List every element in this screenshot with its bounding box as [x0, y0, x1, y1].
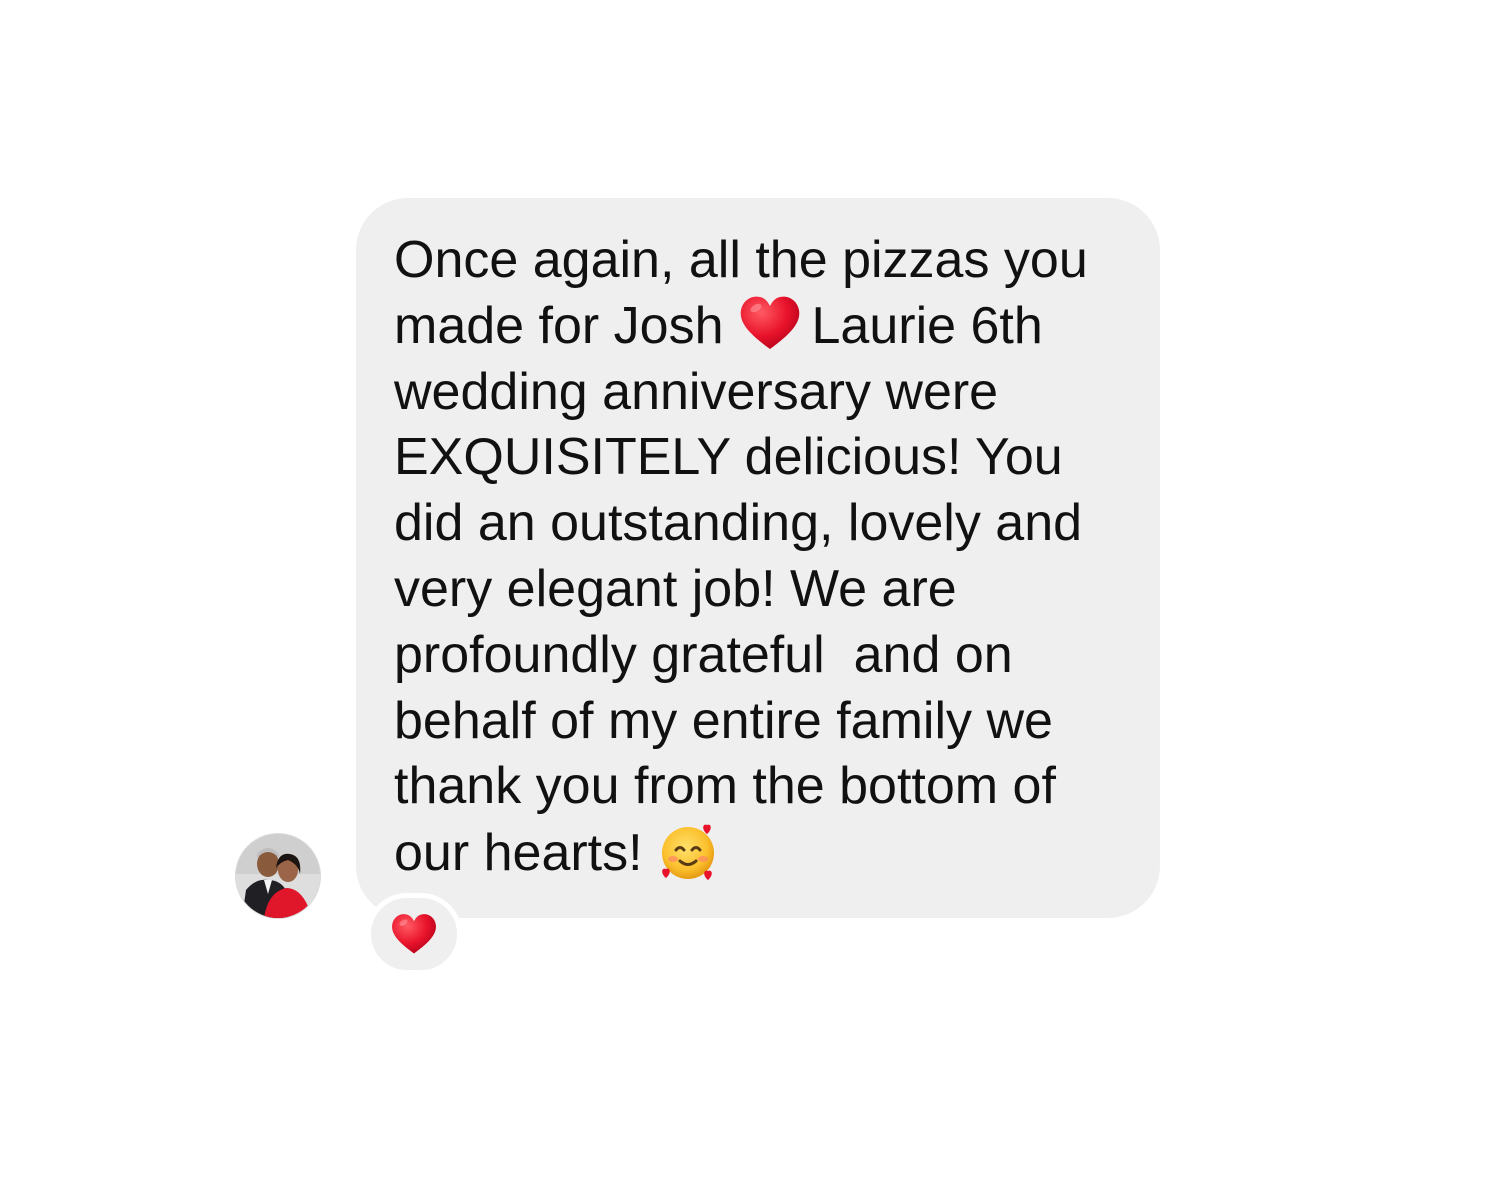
avatar[interactable]	[236, 834, 320, 918]
message-bubble[interactable]: Once again, all the pizzas you made for …	[356, 198, 1160, 918]
message-line: our hearts!	[394, 820, 1130, 887]
message-line: profoundly grateful and on	[394, 625, 1013, 684]
message-line: behalf of my entire family we	[394, 691, 1053, 750]
message-line: EXQUISITELY delicious! You	[394, 428, 1063, 487]
message-text-fragment: Laurie 6th	[811, 296, 1043, 355]
smiling-face-with-hearts-icon	[661, 824, 714, 881]
red-heart-icon	[392, 914, 436, 954]
message-line: very elegant job! We are	[394, 559, 957, 618]
profile-photo	[236, 834, 320, 918]
message-line: thank you from the bottom of	[394, 757, 1056, 816]
message-text-fragment: made for Josh	[394, 296, 724, 355]
message-line: made for Josh Laurie 6th	[394, 294, 1130, 360]
message-text-fragment: our hearts!	[394, 824, 643, 883]
message-line: Once again, all the pizzas you	[394, 231, 1088, 289]
message-line: wedding anniversary were	[394, 362, 999, 421]
red-heart-icon	[740, 296, 799, 349]
message-line: did an outstanding, lovely and	[394, 494, 1083, 553]
reaction-badge[interactable]	[366, 893, 462, 975]
message-text: Once again, all the pizzas you made for …	[394, 228, 1130, 887]
